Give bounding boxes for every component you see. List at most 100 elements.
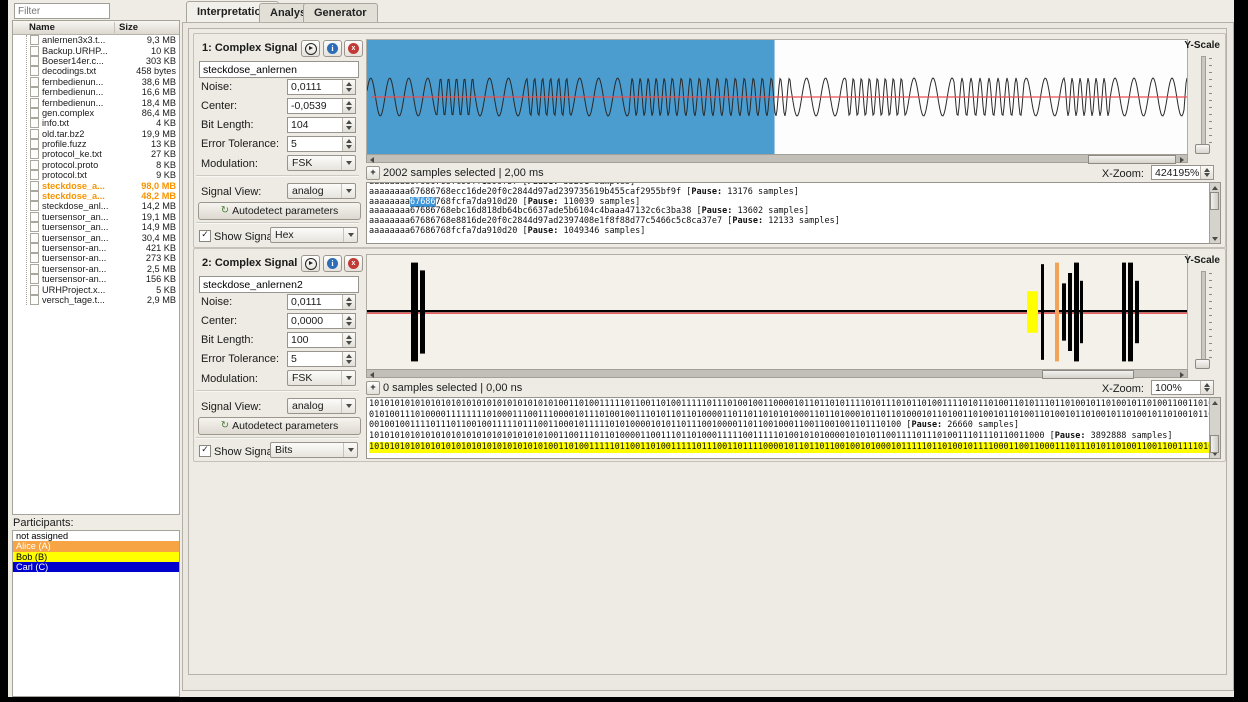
textarea-vscrollbar[interactable] — [1209, 398, 1220, 458]
field-spinbox[interactable]: 5 — [287, 136, 356, 152]
spinbox-arrows[interactable] — [342, 137, 355, 151]
filter-input[interactable] — [14, 3, 110, 19]
show-signal-checkbox[interactable]: ✓ — [199, 230, 211, 242]
participant-row[interactable]: Carl (C) — [13, 561, 179, 573]
file-row[interactable]: info.txt 4 KB — [13, 118, 179, 129]
protocol-line[interactable]: 0010010011110111011001001111101110011000… — [369, 420, 1209, 431]
spinbox-arrows[interactable] — [342, 99, 355, 113]
scroll-up-arrow-icon[interactable] — [1211, 184, 1218, 191]
protocol-text-area[interactable]: 1010101010101010101010101010101010101001… — [366, 397, 1221, 459]
column-header-size[interactable]: Size — [114, 22, 179, 33]
spin-up-icon[interactable] — [346, 101, 352, 105]
spin-up-icon[interactable] — [1204, 167, 1210, 172]
column-header-name[interactable]: Name — [13, 22, 114, 33]
spin-down-icon[interactable] — [346, 145, 352, 149]
y-scale-slider-handle[interactable] — [1195, 144, 1210, 154]
spin-down-icon[interactable] — [346, 303, 352, 307]
file-row[interactable]: tuersensor_an... 19,1 MB — [13, 211, 179, 222]
participants-list[interactable]: not assigned Alice (A) Bob (B) Carl (C) — [12, 530, 180, 697]
spin-down-icon[interactable] — [1204, 173, 1210, 178]
protocol-line[interactable]: 1010101010101010101010101010101010100110… — [369, 431, 1209, 442]
file-row[interactable]: steckdose_a... 48,2 MB — [13, 191, 179, 202]
field-spinbox[interactable]: 0,0111 — [287, 79, 356, 95]
file-row[interactable]: profile.fuzz 13 KB — [13, 139, 179, 150]
file-row[interactable]: old.tar.bz2 19,9 MB — [13, 128, 179, 139]
spinbox-arrows[interactable] — [342, 118, 355, 132]
spin-down-icon[interactable] — [346, 341, 352, 345]
spin-up-icon[interactable] — [346, 316, 352, 320]
spin-up-icon[interactable] — [346, 297, 352, 301]
expand-protocol-button[interactable]: + — [366, 166, 380, 180]
scroll-down-arrow-icon[interactable] — [1211, 235, 1218, 242]
field-spinbox[interactable]: 0,0000 — [287, 313, 356, 329]
file-row[interactable]: Boeser14er.c... 303 KB — [13, 55, 179, 66]
field-spinbox[interactable]: 104 — [287, 117, 356, 133]
spin-down-icon[interactable] — [346, 126, 352, 130]
file-row[interactable]: steckdose_a... 98,0 MB — [13, 180, 179, 191]
spinbox-arrows[interactable] — [1200, 166, 1213, 179]
spinbox-arrows[interactable] — [342, 352, 355, 366]
field-spinbox[interactable]: -0,0539 — [287, 98, 356, 114]
close-signal-button[interactable]: x — [344, 40, 363, 57]
file-row[interactable]: protocol_ke.txt 27 KB — [13, 149, 179, 160]
scroll-right-arrow-icon[interactable] — [1178, 371, 1186, 378]
file-row[interactable]: URHProject.x... 5 KB — [13, 284, 179, 295]
file-row[interactable]: tuersensor-an... 421 KB — [13, 243, 179, 253]
signal-plot[interactable] — [366, 39, 1188, 155]
protocol-text-area[interactable]: aaaaaaaa67686768fc99ff1396fbf [Pause: 33… — [366, 182, 1221, 244]
signal-name-field[interactable] — [199, 61, 359, 78]
show-signal-format-combobox[interactable]: Hex — [270, 227, 358, 243]
file-row[interactable]: fernbedienun... 18,4 MB — [13, 97, 179, 108]
y-scale-slider-groove[interactable] — [1201, 56, 1206, 148]
signal-plot[interactable] — [366, 254, 1188, 370]
file-row[interactable]: fernbedienun... 38,6 MB — [13, 76, 179, 87]
spin-down-icon[interactable] — [346, 88, 352, 92]
field-spinbox[interactable]: 100 — [287, 332, 356, 348]
file-row[interactable]: anlernen3x3.t... 9,3 MB — [13, 35, 179, 46]
spin-up-icon[interactable] — [346, 335, 352, 339]
scrollbar-thumb[interactable] — [1042, 370, 1134, 379]
participant-row[interactable]: Bob (B) — [13, 551, 179, 562]
signal-view-combobox[interactable]: analog — [287, 183, 356, 199]
spin-down-icon[interactable] — [1204, 388, 1210, 393]
spin-down-icon[interactable] — [346, 107, 352, 111]
file-tree-header[interactable]: Name Size — [13, 21, 179, 35]
autodetect-parameters-button[interactable]: ↻ Autodetect parameters — [198, 417, 361, 435]
modulation-combobox[interactable]: FSK — [287, 155, 356, 171]
file-row[interactable]: tuersensor_an... 14,9 MB — [13, 222, 179, 233]
plot-hscrollbar[interactable] — [366, 154, 1188, 164]
file-tree[interactable]: Name Size anlernen3x3.t... 9,3 MB Backup.U… — [12, 20, 180, 515]
file-row[interactable]: Backup.URHP... 10 KB — [13, 45, 179, 56]
protocol-line[interactable]: aaaaaaaa67686768fcfa7da910d20 [Pause: 10… — [369, 226, 1209, 237]
file-row[interactable]: decodings.txt 458 bytes — [13, 66, 179, 77]
scrollbar-thumb[interactable] — [1088, 155, 1176, 164]
file-row[interactable]: tuersensor-an... 156 KB — [13, 274, 179, 285]
spinbox-arrows[interactable] — [342, 295, 355, 309]
spin-up-icon[interactable] — [1204, 382, 1210, 387]
field-spinbox[interactable]: 5 — [287, 351, 356, 367]
file-row[interactable]: fernbedienun... 16,6 MB — [13, 87, 179, 98]
scroll-left-arrow-icon[interactable] — [368, 156, 376, 163]
file-row[interactable]: versch_tage.t... 2,9 MB — [13, 294, 179, 305]
textarea-vscrollbar[interactable] — [1209, 183, 1220, 243]
signal-name-field[interactable] — [199, 276, 359, 293]
spin-up-icon[interactable] — [346, 354, 352, 358]
play-signal-button[interactable] — [301, 255, 320, 272]
protocol-line[interactable]: 0101001110100001111111101000111001110000… — [369, 410, 1209, 421]
participant-row[interactable]: Alice (A) — [13, 541, 179, 552]
y-scale-slider-handle[interactable] — [1195, 359, 1210, 369]
spin-down-icon[interactable] — [346, 322, 352, 326]
expand-protocol-button[interactable]: + — [366, 381, 380, 395]
field-spinbox[interactable]: 0,0111 — [287, 294, 356, 310]
file-row[interactable]: tuersensor-an... 273 KB — [13, 253, 179, 264]
tab-generator[interactable]: Generator — [303, 3, 378, 22]
file-row[interactable]: protocol.txt 9 KB — [13, 170, 179, 181]
x-zoom-spinbox[interactable]: 100% — [1151, 380, 1214, 395]
scroll-left-arrow-icon[interactable] — [368, 371, 376, 378]
scrollbar-thumb[interactable] — [1210, 192, 1219, 210]
protocol-line[interactable]: 1010101010101010101010101010101010101001… — [369, 399, 1209, 410]
modulation-combobox[interactable]: FSK — [287, 370, 356, 386]
spin-up-icon[interactable] — [346, 139, 352, 143]
spinbox-arrows[interactable] — [342, 314, 355, 328]
spinbox-arrows[interactable] — [342, 80, 355, 94]
